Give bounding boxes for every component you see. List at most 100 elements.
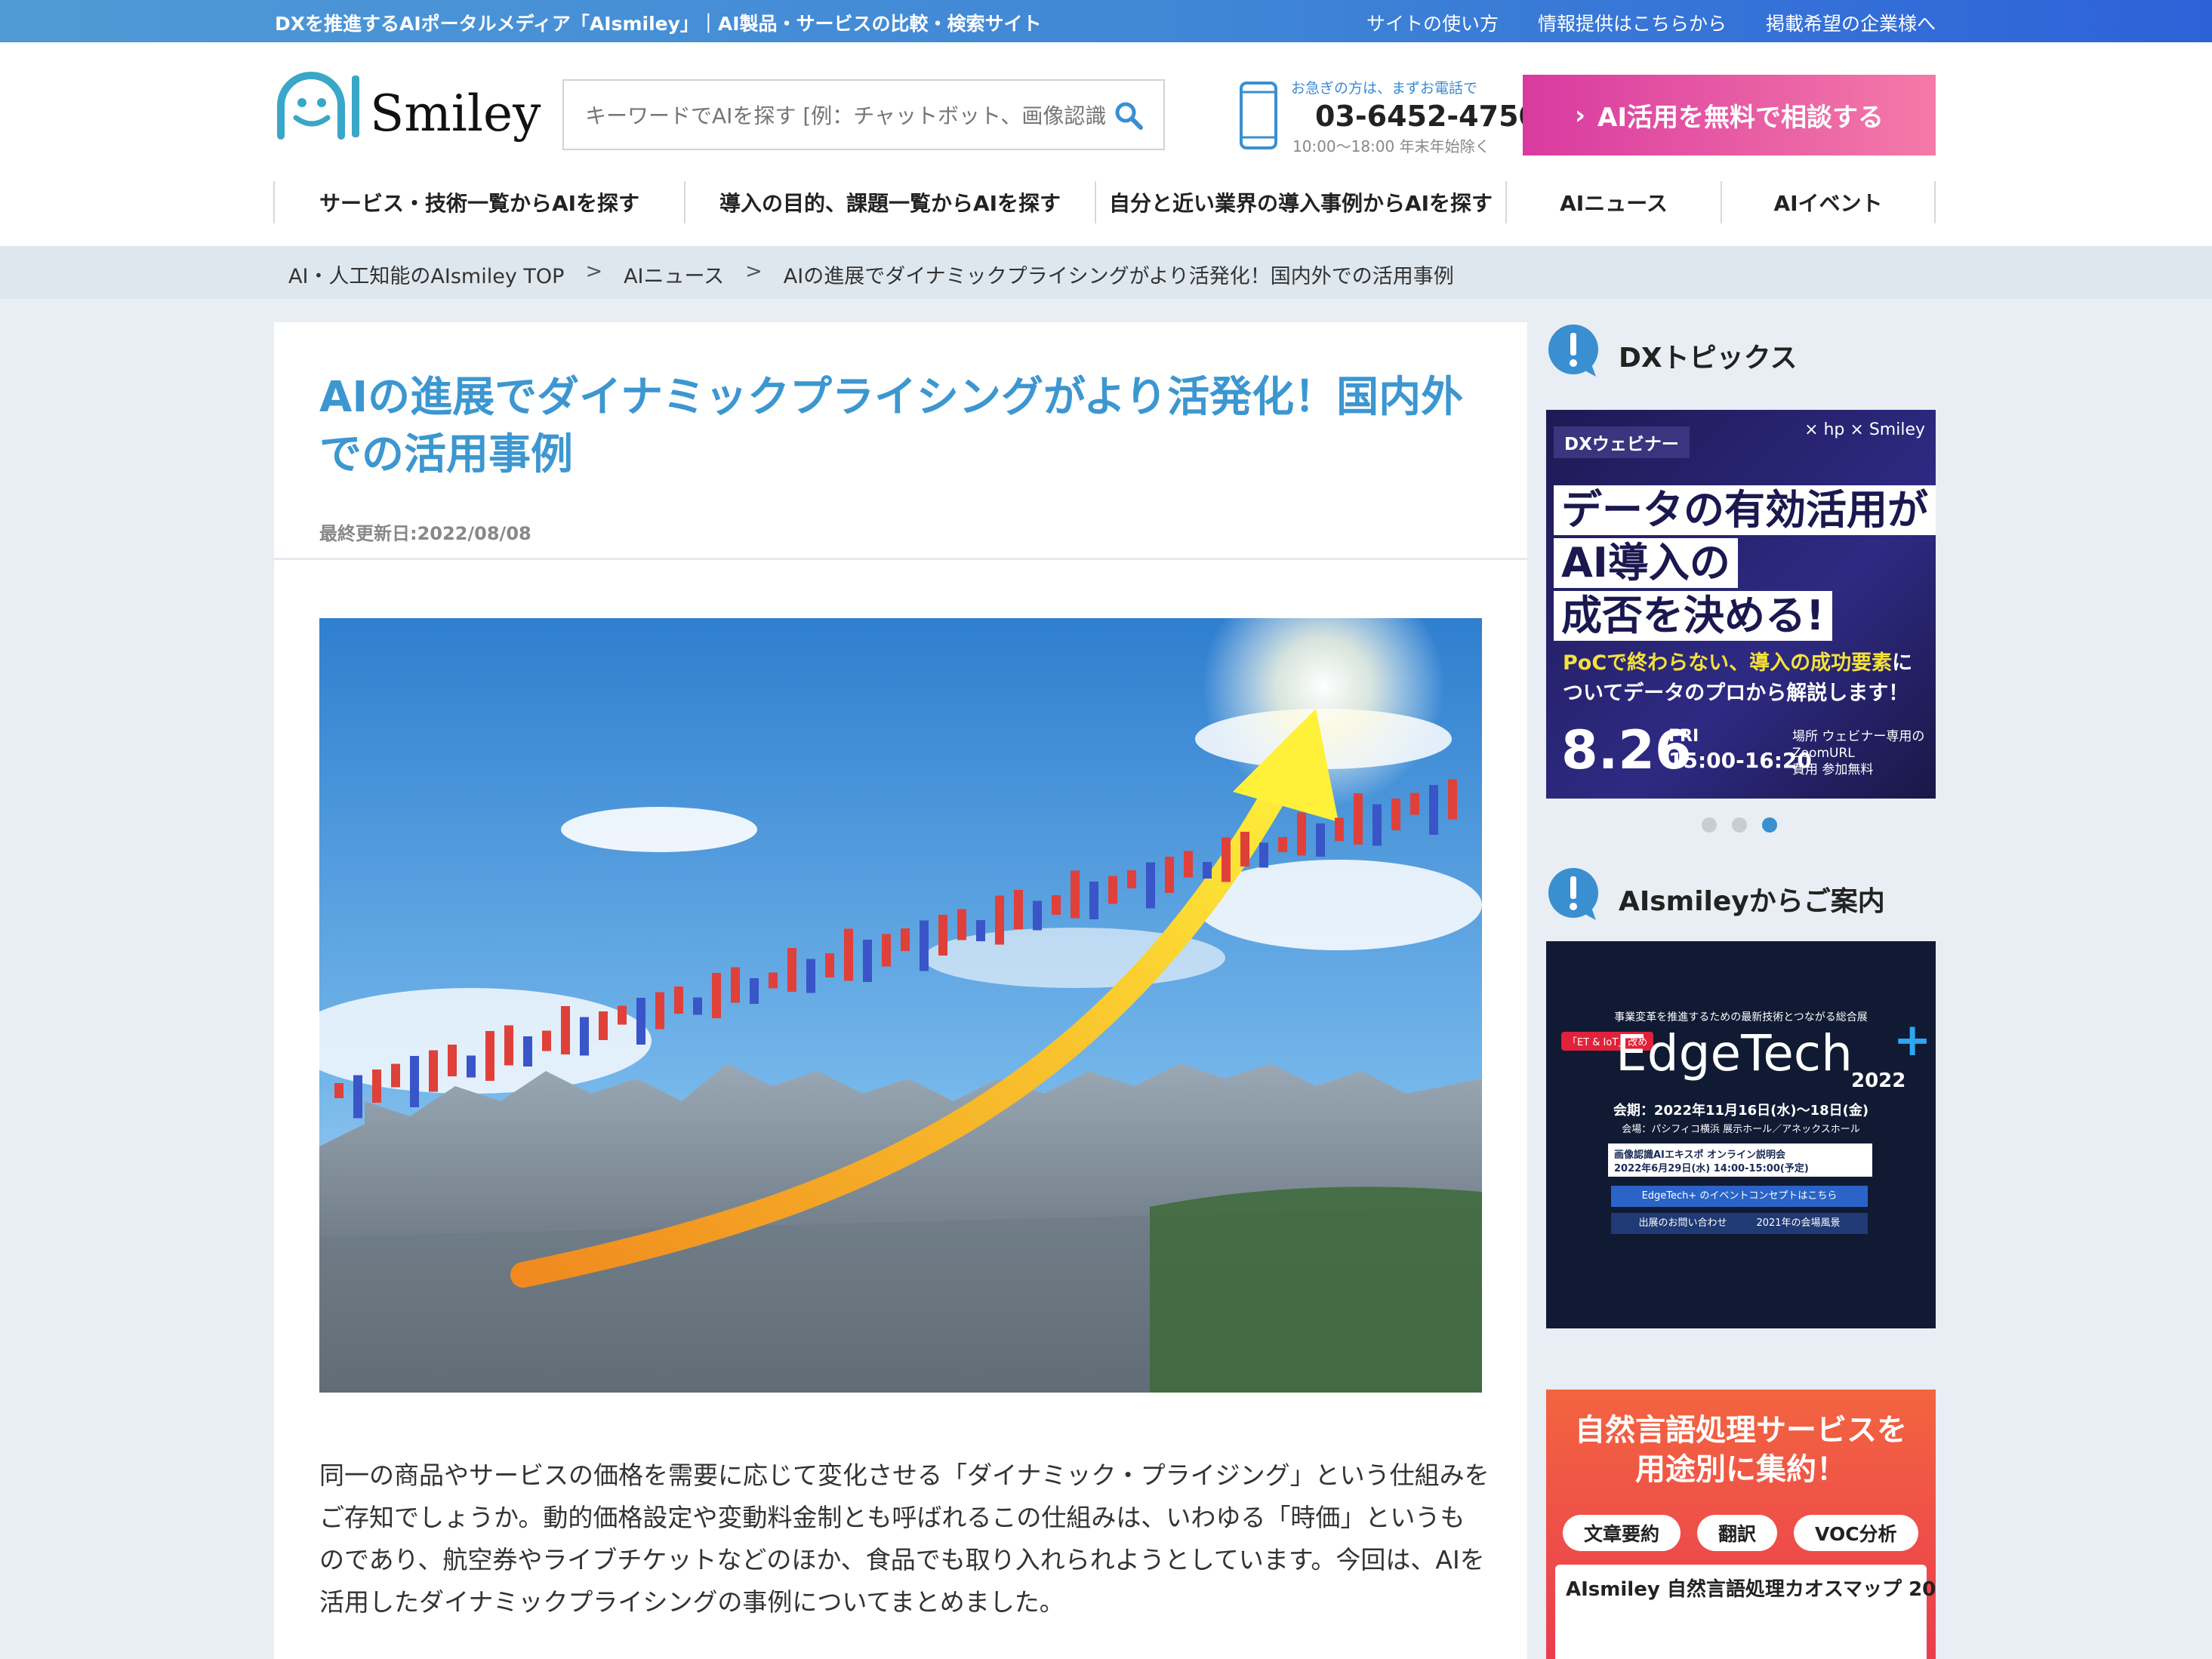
updated-date: 最終更新日:2022/08/08 xyxy=(319,523,531,544)
edgetech-name: EdgeTech xyxy=(1616,1024,1853,1082)
breadcrumb-home[interactable]: AI・人工知能のAIsmiley TOP xyxy=(288,260,564,289)
site-logo[interactable]: Smiley xyxy=(273,69,541,152)
candle xyxy=(863,940,872,982)
candle xyxy=(674,986,683,1014)
edgetech-contact-button[interactable]: 出展のお問い合わせ 2021年の会場風景 xyxy=(1611,1213,1868,1234)
breadcrumb-separator: > xyxy=(585,260,603,283)
nlp-tags: 文章要約 翻訳 VOC分析 xyxy=(1563,1515,1918,1551)
webinar-day: FRI xyxy=(1668,727,1699,746)
chaos-map-title: AIsmiley 自然言語処理カオスマップ 2022 xyxy=(1566,1578,1936,1601)
search-input[interactable] xyxy=(584,81,1108,150)
candle xyxy=(410,1056,419,1107)
dx-topics-title: DXトピックス xyxy=(1619,343,1798,374)
logo-smile-icon xyxy=(277,72,359,140)
candle xyxy=(806,959,815,993)
candle xyxy=(1429,785,1438,835)
webinar-tag: DXウェビナー xyxy=(1554,426,1690,458)
candle xyxy=(1184,851,1193,878)
slider-dot[interactable] xyxy=(1732,817,1747,833)
site-tagline: DXを推進するAIポータルメディア「AIsmiley」｜AI製品・サービスの比較… xyxy=(275,13,1042,35)
nav-item-ai-events[interactable]: AIイベント xyxy=(1721,181,1936,223)
candle xyxy=(1165,857,1174,893)
info-heading: AIsmileyからご案内 xyxy=(1546,866,1936,926)
edgetech-year: 2022 xyxy=(1851,1070,1906,1092)
candle xyxy=(467,1055,476,1078)
candle xyxy=(1297,812,1306,856)
candle xyxy=(618,1005,627,1025)
candle xyxy=(1240,832,1249,866)
nav-item-purpose[interactable]: 導入の目的、課題一覧からAIを探す xyxy=(684,181,1095,223)
candle xyxy=(901,928,910,951)
edgetech-concept-button[interactable]: EdgeTech+ のイベントコンセプトはこちら xyxy=(1611,1186,1868,1207)
candle xyxy=(1071,870,1080,919)
nav-item-ai-news[interactable]: AIニュース xyxy=(1505,181,1721,223)
hero-image xyxy=(319,618,1482,1393)
edgetech-date: 会期：2022年11月16日(水)〜18日(金) xyxy=(1613,1103,1869,1119)
top-link-advertise[interactable]: 掲載希望の企業様へ xyxy=(1766,9,1936,36)
candle xyxy=(731,967,740,1003)
top-link-usage[interactable]: サイトの使い方 xyxy=(1366,9,1499,36)
candle xyxy=(353,1075,362,1119)
plus-icon: + xyxy=(1893,1014,1932,1066)
slider-dot-active[interactable] xyxy=(1762,817,1777,833)
top-bar: DXを推進するAIポータルメディア「AIsmiley」｜AI製品・サービスの比較… xyxy=(0,0,2212,42)
candle xyxy=(599,1011,608,1040)
dx-topics-heading: DXトピックス xyxy=(1546,322,1936,383)
edgetech-venue: 会場：パシフィコ横浜 展示ホール／アネックスホール xyxy=(1622,1124,1860,1135)
search-icon[interactable] xyxy=(1114,100,1144,131)
edgetech-banner[interactable]: 事業変革を推進するための最新技術とつながる総合展 「ET & IoT」改め Ed… xyxy=(1546,941,1936,1328)
candle xyxy=(1448,779,1457,820)
global-nav: サービス・技術一覧からAIを探す 導入の目的、課題一覧からAIを探す 自分と近い… xyxy=(273,181,1936,223)
nlp-headline: 自然言語処理サービスを 用途別に集約！ xyxy=(1575,1413,1907,1487)
candle xyxy=(712,973,721,1018)
candle xyxy=(1354,793,1363,845)
divider xyxy=(274,558,1527,560)
nlp-tag: 文章要約 xyxy=(1563,1515,1681,1551)
top-link-info[interactable]: 情報提供はこちらから xyxy=(1538,9,1727,36)
webinar-headline-3: 成否を決める! xyxy=(1554,591,1832,641)
breadcrumb-current: AIの進展でダイナミックプライシングがより活発化！国内外での活用事例 xyxy=(783,265,1454,288)
candle xyxy=(1391,799,1400,830)
article-body: 同一の商品やサービスの価格を需要に応じて変化させる「ダイナミック・プライジング」… xyxy=(319,1460,1490,1617)
top-links: サイトの使い方 情報提供はこちらから 掲載希望の企業様へ xyxy=(1366,9,1936,36)
phone-contact: お急ぎの方は、まずお電話で 03-6452-4750 10:00〜18:00 年… xyxy=(1238,75,1539,159)
candle xyxy=(1052,895,1061,915)
nlp-tag: 翻訳 xyxy=(1697,1515,1778,1551)
free-consultation-button[interactable]: › AI活用を無料で相談する xyxy=(1523,75,1936,155)
breadcrumb-ai-news[interactable]: AIニュース xyxy=(624,260,724,289)
candle xyxy=(1410,793,1419,815)
webinar-banner[interactable]: DXウェビナー × hp × Smiley データの有効活用が AI導入の 成否… xyxy=(1546,410,1936,799)
info-title: AIsmileyからご案内 xyxy=(1619,886,1885,917)
logo-text: Smiley xyxy=(370,85,541,143)
candle xyxy=(1222,837,1231,882)
candle xyxy=(1127,870,1136,888)
candle xyxy=(693,997,702,1015)
candle xyxy=(750,978,759,1004)
candle xyxy=(1335,817,1344,842)
chevron-right-icon: › xyxy=(1575,100,1586,131)
candle xyxy=(485,1031,494,1081)
webinar-headline-1: データの有効活用が xyxy=(1554,485,1936,535)
page-title: AIの進展でダイナミックプライシングがより活発化！国内外での活用事例 xyxy=(319,373,1464,479)
nav-item-services[interactable]: サービス・技術一覧からAIを探す xyxy=(273,181,684,223)
nav-item-industry[interactable]: 自分と近い業界の導入事例からAIを探す xyxy=(1095,181,1505,223)
article: AIの進展でダイナミックプライシングがより活発化！国内外での活用事例 最終更新日… xyxy=(274,322,1527,1659)
candle xyxy=(1259,842,1268,868)
candle xyxy=(636,998,645,1045)
candle xyxy=(1203,862,1212,879)
webinar-subtitle: PoCで終わらない、導入の成功要素についてデータのプロから解説します！ xyxy=(1563,651,1913,705)
partner-logos: × hp × Smiley xyxy=(1804,420,1925,439)
candle xyxy=(391,1063,400,1088)
slider-dot[interactable] xyxy=(1702,817,1717,833)
nlp-banner[interactable]: 自然言語処理サービスを 用途別に集約！ 文章要約 翻訳 VOC分析 AIsmil… xyxy=(1546,1390,1936,1659)
phone-number[interactable]: 03-6452-4750 xyxy=(1315,100,1539,133)
smartphone-icon xyxy=(1240,82,1277,149)
candle xyxy=(920,920,929,971)
candle xyxy=(1316,823,1325,857)
breadcrumb: AI・人工知能のAIsmiley TOP > AIニュース > AIの進展でダイ… xyxy=(0,246,2212,299)
candle xyxy=(655,992,664,1030)
candle xyxy=(1033,900,1042,931)
candle xyxy=(882,934,891,967)
candle xyxy=(1014,890,1023,929)
info-bubble-icon xyxy=(1548,325,1598,377)
